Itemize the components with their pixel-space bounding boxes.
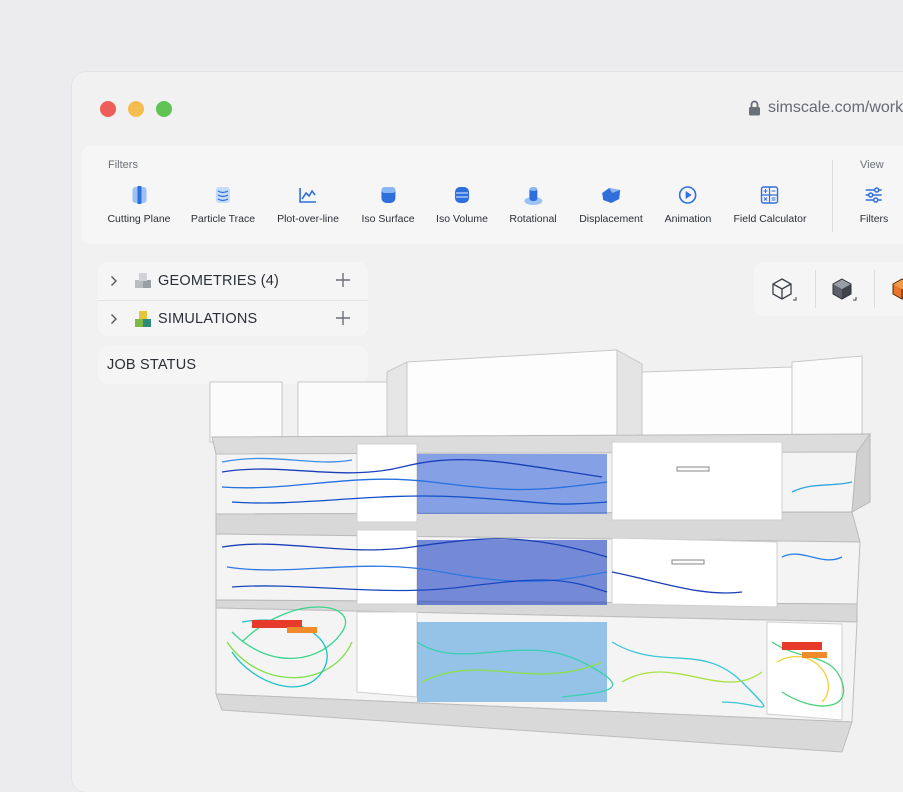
simulations-icon [134,310,152,328]
tree-item-geometries[interactable]: GEOMETRIES (4) [98,262,368,301]
iso-surface-icon [377,184,399,206]
animation-icon [677,184,699,206]
particle-trace-icon [212,184,234,206]
3d-viewport[interactable] [202,342,903,777]
filters-sliders-icon [863,184,885,206]
simulations-label: SIMULATIONS [158,311,258,327]
filters-group-label: Filters [108,159,138,171]
wireframe-view-button[interactable] [754,262,810,316]
minimize-window-button[interactable] [128,101,144,117]
rotational-icon [522,184,544,206]
geometries-icon [134,272,152,290]
address-bar[interactable]: simscale.com/work [748,99,903,117]
tree-item-simulations[interactable]: SIMULATIONS [98,300,368,338]
view-mode-toolbar [754,262,903,316]
maximize-window-button[interactable] [156,101,172,117]
geometries-label: GEOMETRIES [158,273,257,289]
iso-volume-button[interactable]: Iso Volume [436,184,488,225]
simulation-tree: GEOMETRIES (4) SIMULATIONS [98,262,368,336]
chevron-right-icon[interactable] [110,275,124,287]
field-calculator-button[interactable]: Field Calculator [734,184,806,225]
view-filters-button[interactable]: Filters [860,184,888,225]
field-calculator-icon [759,184,781,206]
rotational-button[interactable]: Rotational [509,184,557,225]
cube-solid-icon [832,278,857,301]
ribbon-divider [832,160,833,232]
solid-view-button[interactable] [814,262,870,316]
add-geometry-icon[interactable] [334,271,352,289]
cube-outline-icon [772,278,797,301]
particle-trace-button[interactable]: Particle Trace [191,184,255,225]
iso-surface-button[interactable]: Iso Surface [361,184,415,225]
cfd-model-render [209,349,871,753]
cutting-plane-icon [128,184,150,206]
result-view-button[interactable] [874,262,903,316]
url-text: simscale.com/work [768,99,903,116]
displacement-button[interactable]: Displacement [579,184,643,225]
browser-window: simscale.com/work Filters View Cutting P… [72,72,903,792]
plot-over-line-button[interactable]: Plot-over-line [277,184,339,225]
view-group-label: View [860,159,884,171]
cutting-plane-button[interactable]: Cutting Plane [107,184,171,225]
cube-orange-icon [892,278,903,300]
job-status-label: JOB STATUS [107,357,197,373]
lock-icon [749,100,760,116]
displacement-icon [600,184,622,206]
add-simulation-icon[interactable] [334,309,352,327]
animation-button[interactable]: Animation [665,184,711,225]
iso-volume-icon [451,184,473,206]
post-processing-ribbon: Filters View Cutting Plane Particle Trac… [82,146,903,244]
geometries-count: (4) [260,273,280,289]
close-window-button[interactable] [100,101,116,117]
plot-over-line-icon [297,184,319,206]
chevron-right-icon[interactable] [110,313,124,325]
